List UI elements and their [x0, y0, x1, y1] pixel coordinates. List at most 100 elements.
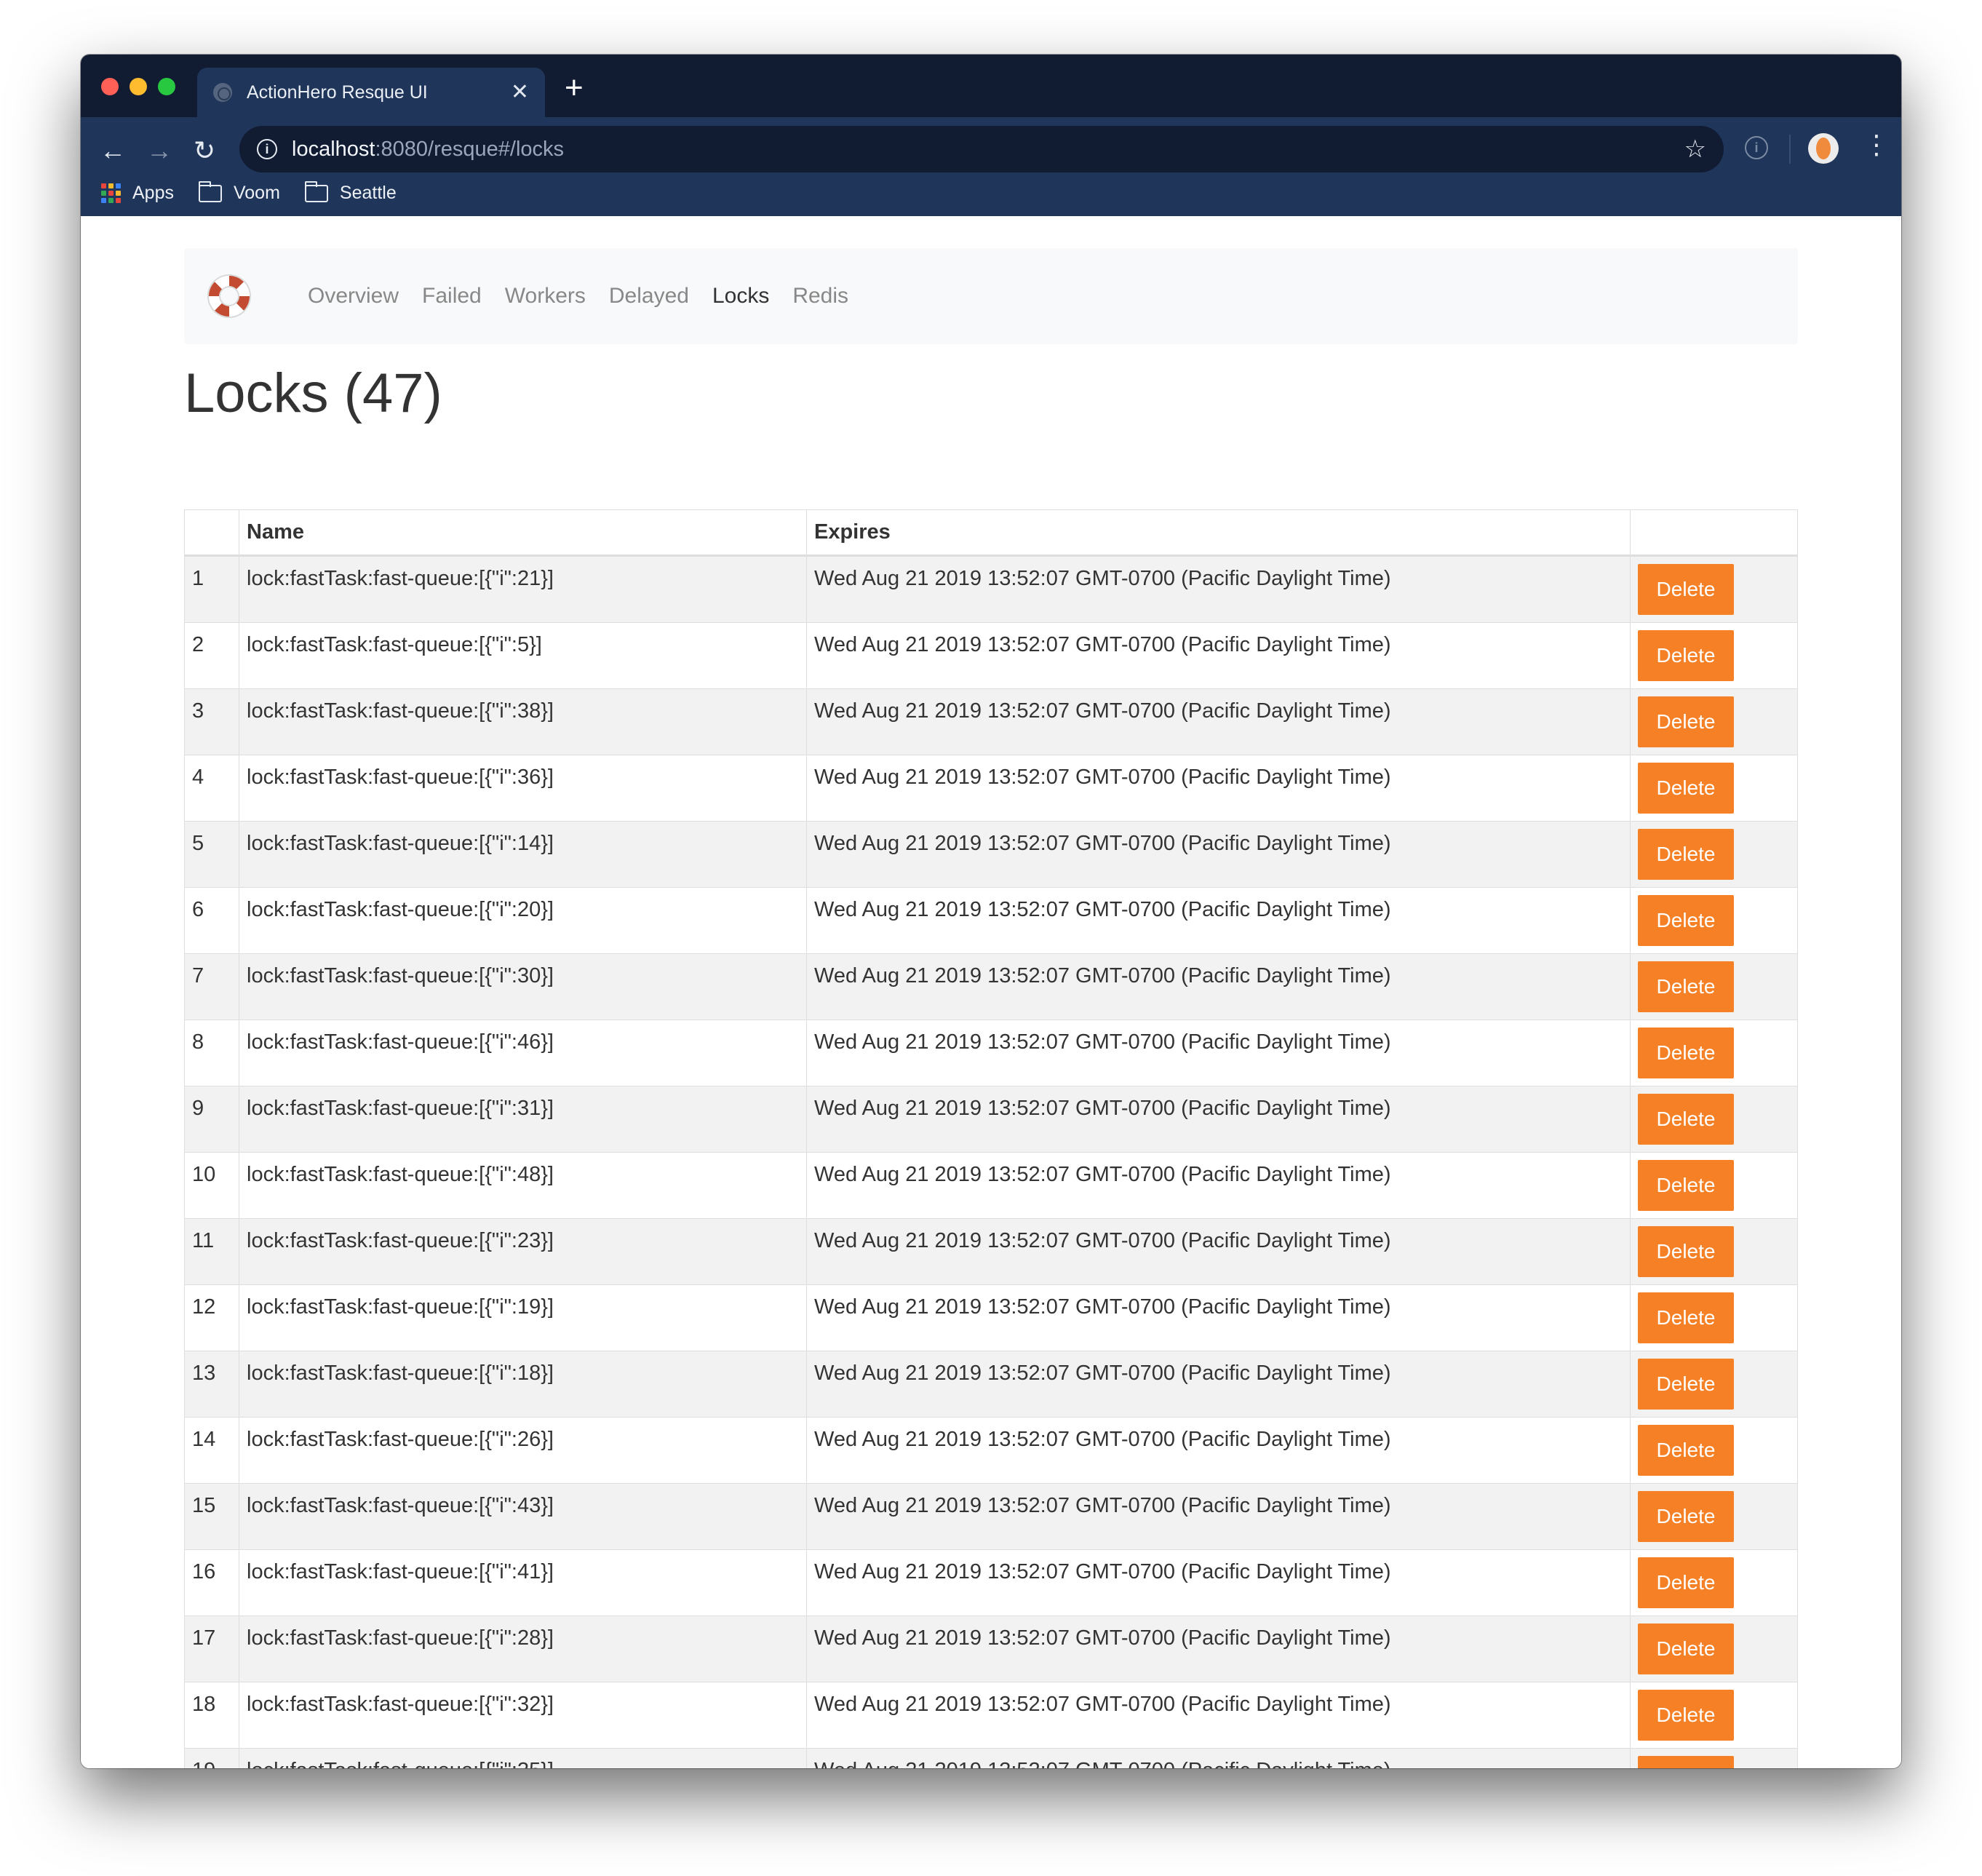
- zoom-window-button[interactable]: [158, 78, 175, 95]
- lock-name: lock:fastTask:fast-queue:[{"i":30}]: [239, 953, 807, 1020]
- table-row: 2 lock:fastTask:fast-queue:[{"i":5}] Wed A…: [184, 622, 1798, 689]
- lock-expires: Wed Aug 21 2019 13:52:07 GMT-0700 (Pacif…: [806, 688, 1631, 755]
- tab-close-icon[interactable]: ✕: [511, 82, 529, 103]
- nav-overview[interactable]: Overview: [308, 284, 399, 309]
- page-content: Overview Failed Workers Delayed Locks Re…: [81, 216, 1901, 1768]
- table-header-row: Name Expires: [184, 509, 1798, 557]
- lifebuoy-logo-icon[interactable]: [209, 276, 250, 317]
- lock-expires: Wed Aug 21 2019 13:52:07 GMT-0700 (Pacif…: [806, 555, 1631, 623]
- menu-dots-icon[interactable]: ⋮: [1863, 132, 1890, 158]
- nav-locks[interactable]: Locks: [712, 284, 769, 309]
- row-index: 16: [184, 1549, 239, 1616]
- delete-button[interactable]: Delete: [1638, 1094, 1734, 1145]
- delete-button[interactable]: Delete: [1638, 1160, 1734, 1211]
- minimize-window-button[interactable]: [130, 78, 147, 95]
- table-row: 16 lock:fastTask:fast-queue:[{"i":41}] Wed…: [184, 1549, 1798, 1616]
- lock-expires: Wed Aug 21 2019 13:52:07 GMT-0700 (Pacif…: [806, 1417, 1631, 1484]
- bookmark-label: Seattle: [339, 183, 397, 203]
- extension-icon[interactable]: i: [1745, 136, 1768, 159]
- apps-grid-icon: [101, 183, 121, 203]
- actions-cell: Delete: [1630, 953, 1798, 1020]
- table-row: 19lock:fastTask:fast-queue:[{"i":35}]Wed…: [184, 1748, 1798, 1768]
- lock-name: lock:fastTask:fast-queue:[{"i":36}]: [239, 755, 807, 822]
- bookmark-star-icon[interactable]: ☆: [1684, 135, 1706, 164]
- lock-expires: Wed Aug 21 2019 13:52:07 GMT-0700 (Pacif…: [806, 1549, 1631, 1616]
- actions-cell: Delete: [1630, 821, 1798, 888]
- delete-button[interactable]: Delete: [1638, 1359, 1734, 1410]
- delete-button[interactable]: Delete: [1638, 1491, 1734, 1542]
- lock-expires: Wed Aug 21 2019 13:52:07 GMT-0700 (Pacif…: [806, 1086, 1631, 1153]
- nav-delayed[interactable]: Delayed: [609, 284, 689, 309]
- lock-name: lock:fastTask:fast-queue:[{"i":46}]: [239, 1020, 807, 1086]
- url-host: localhost: [292, 137, 375, 161]
- delete-button[interactable]: Delete: [1638, 1028, 1734, 1078]
- tab-strip: ActionHero Resque UI ✕ +: [81, 55, 1901, 117]
- delete-button[interactable]: Delete: [1638, 1226, 1734, 1277]
- actions-cell: Delete: [1630, 1218, 1798, 1285]
- nav-redis[interactable]: Redis: [792, 284, 848, 309]
- bookmark-label: Apps: [132, 183, 174, 203]
- actions-cell: Delete: [1630, 622, 1798, 689]
- delete-button[interactable]: Delete: [1638, 696, 1734, 747]
- lock-expires: Wed Aug 21 2019 13:52:07 GMT-0700 (Pacif…: [806, 755, 1631, 822]
- delete-button[interactable]: Delete: [1638, 564, 1734, 615]
- lock-name: lock:fastTask:fast-queue:[{"i":28}]: [239, 1615, 807, 1682]
- actions-cell: Delete: [1630, 1615, 1798, 1682]
- row-index: 7: [184, 953, 239, 1020]
- delete-button[interactable]: Delete: [1638, 763, 1734, 814]
- header-actions: [1630, 509, 1798, 557]
- row-index: 5: [184, 821, 239, 888]
- row-index: 2: [184, 622, 239, 689]
- back-arrow-icon[interactable]: ←: [100, 138, 126, 164]
- lock-expires: Wed Aug 21 2019 13:52:07 GMT-0700 (Pacif…: [806, 887, 1631, 954]
- table-row: 13 lock:fastTask:fast-queue:[{"i":18}] Wed…: [184, 1351, 1798, 1418]
- actions-cell: Delete: [1630, 887, 1798, 954]
- table-row: 17 lock:fastTask:fast-queue:[{"i":28}] Wed…: [184, 1615, 1798, 1682]
- delete-button[interactable]: Delete: [1638, 829, 1734, 880]
- lock-name: lock:fastTask:fast-queue:[{"i":43}]: [239, 1483, 807, 1550]
- delete-button[interactable]: Delete: [1638, 1623, 1734, 1674]
- profile-avatar[interactable]: [1808, 133, 1839, 164]
- delete-button[interactable]: Delete: [1638, 1292, 1734, 1343]
- actions-cell: Delete: [1630, 1020, 1798, 1086]
- delete-button[interactable]: Delete: [1638, 1557, 1734, 1608]
- lock-expires: Wed Aug 21 2019 13:52:07 GMT-0700 (Pacif…: [806, 1682, 1631, 1749]
- row-index: 3: [184, 688, 239, 755]
- close-window-button[interactable]: [101, 78, 119, 95]
- actions-cell: Delete: [1630, 1549, 1798, 1616]
- table-row: 4 lock:fastTask:fast-queue:[{"i":36}] Wed …: [184, 755, 1798, 822]
- bookmark-seattle[interactable]: Seattle: [304, 180, 397, 204]
- delete-button[interactable]: Delete: [1638, 961, 1734, 1012]
- forward-arrow-icon[interactable]: →: [146, 138, 172, 164]
- delete-button[interactable]: Delete: [1638, 1756, 1734, 1768]
- table-row: 9 lock:fastTask:fast-queue:[{"i":31}] Wed …: [184, 1086, 1798, 1153]
- lock-name: lock:fastTask:fast-queue:[{"i":20}]: [239, 887, 807, 954]
- delete-button[interactable]: Delete: [1638, 1690, 1734, 1741]
- reload-icon[interactable]: ↻: [194, 138, 215, 164]
- lock-expires: Wed Aug 21 2019 13:52:07 GMT-0700 (Pacif…: [806, 1483, 1631, 1550]
- actions-cell: Delete: [1630, 1152, 1798, 1219]
- delete-button[interactable]: Delete: [1638, 1425, 1734, 1476]
- delete-button[interactable]: Delete: [1638, 895, 1734, 946]
- locks-table-body: 1 lock:fastTask:fast-queue:[{"i":21}] Wed …: [184, 555, 1798, 1768]
- delete-button[interactable]: Delete: [1638, 630, 1734, 681]
- table-row: 15 lock:fastTask:fast-queue:[{"i":43}] Wed…: [184, 1483, 1798, 1550]
- nav-failed[interactable]: Failed: [422, 284, 482, 309]
- header-name: Name: [239, 509, 807, 557]
- address-bar[interactable]: i localhost:8080/resque#/locks ☆: [239, 126, 1724, 172]
- row-index: 4: [184, 755, 239, 822]
- lock-name: lock:fastTask:fast-queue:[{"i":14}]: [239, 821, 807, 888]
- tab-title: ActionHero Resque UI: [247, 82, 428, 103]
- row-index: 8: [184, 1020, 239, 1086]
- bookmark-voom[interactable]: Voom: [198, 180, 280, 204]
- new-tab-button[interactable]: +: [565, 72, 584, 104]
- bookmark-apps[interactable]: Apps: [101, 183, 174, 204]
- lock-name: lock:fastTask:fast-queue:[{"i":19}]: [239, 1284, 807, 1351]
- lock-name: lock:fastTask:fast-queue:[{"i":18}]: [239, 1351, 807, 1418]
- info-icon[interactable]: i: [257, 139, 277, 159]
- browser-tab[interactable]: ActionHero Resque UI ✕: [197, 68, 545, 117]
- nav-workers[interactable]: Workers: [505, 284, 586, 309]
- lock-expires: Wed Aug 21 2019 13:52:07 GMT-0700 (Pacif…: [806, 953, 1631, 1020]
- lock-name: lock:fastTask:fast-queue:[{"i":38}]: [239, 688, 807, 755]
- lock-expires: Wed Aug 21 2019 13:52:07 GMT-0700 (Pacif…: [806, 1020, 1631, 1086]
